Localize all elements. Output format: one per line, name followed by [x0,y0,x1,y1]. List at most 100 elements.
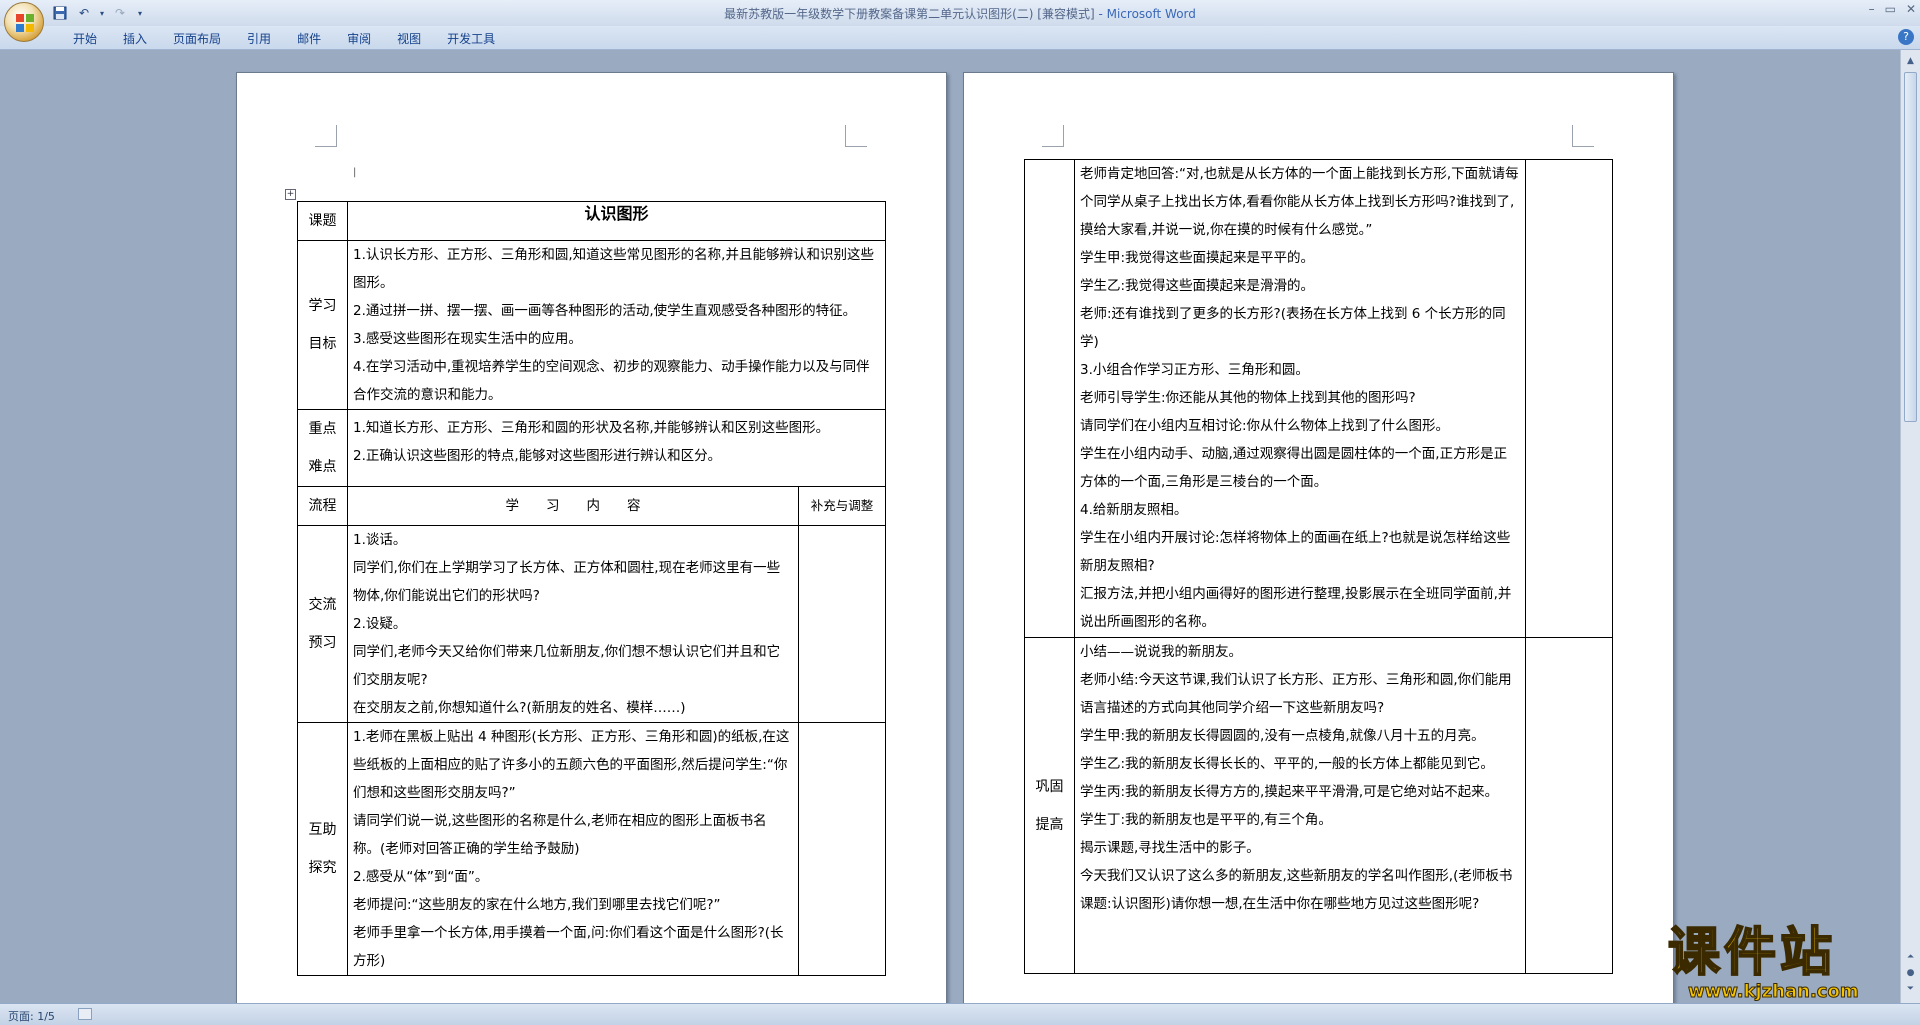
table-row: 老师肯定地回答:“对,也就是从长方体的一个面上能找到长方形,下面就请每个同学从桌… [1024,159,1613,638]
content-line: 请同学们在小组内互相讨论:你从什么物体上找到了什么图形。 [1080,418,1450,434]
label-line: 目标 [308,336,337,352]
previous-page-icon[interactable]: ⏶ [1904,950,1917,964]
adjust-cell [1525,159,1613,638]
table-row: 课题 认识图形 [297,201,887,241]
content-line: 学生在小组内开展讨论:怎样将物体上的面画在纸上?也就是说怎样给这些新朋友照相? [1080,530,1511,574]
section-content: 1.谈话。 同学们,你们在上学期学习了长方体、正方体和圆柱,现在老师这里有一些物… [347,525,799,723]
content-line: 小结——说说我的新朋友。 [1080,644,1242,660]
section-content: 老师肯定地回答:“对,也就是从长方体的一个面上能找到长方形,下面就请每个同学从桌… [1074,159,1526,638]
key-label: 重点 难点 [297,409,348,487]
app-name: - Microsoft Word [1094,7,1196,21]
content-line: 4.给新朋友照相。 [1080,502,1188,518]
content-line: 2.设疑。 [353,616,407,632]
document-page-2[interactable]: 老师肯定地回答:“对,也就是从长方体的一个面上能找到长方形,下面就请每个同学从桌… [963,72,1674,1003]
content-line: 老师提问:“这些朋友的家在什么地方,我们到哪里去找它们呢?” [353,897,721,913]
close-icon[interactable]: ✕ [1906,2,1916,16]
content-line: 老师:还有谁找到了更多的长方形?(表扬在长方体上找到 6 个长方形的同学) [1080,306,1506,350]
document-workspace[interactable]: | + 课题 认识图形 学习目标 1.认识长方形、正方形、三角形和圆,知道这些常… [0,50,1900,1003]
ribbon: 开始 插入 页面布局 引用 邮件 审阅 视图 开发工具 ? [0,26,1920,50]
content-line: 学生甲:我的新朋友长得圆圆的,没有一点棱角,就像八月十五的月亮。 [1080,728,1485,744]
title-bar: ↶ ▾ ↷ ▾ 最新苏教版一年级数学下册教案备课第二单元认识图形(二) [兼容模… [0,0,1920,26]
adjust-cell [1525,637,1613,974]
office-logo-icon [16,14,34,32]
window-controls: – ▭ ✕ [1869,2,1916,16]
document-name: 最新苏教版一年级数学下册教案备课第二单元认识图形(二) [兼容模式] [724,7,1095,21]
section-label: 巩固 提高 [1024,637,1075,974]
adjust-cell [797,722,887,976]
content-line: 今天我们又认识了这么多的新朋友,这些新朋友的学名叫作图形,(老师板书课题:认识图… [1080,868,1513,912]
office-button-icon[interactable] [4,2,44,42]
key-item: 2.正确认识这些图形的特点,能够对这些图形进行辨认和区分。 [353,448,722,464]
label-line: 交流 [308,597,337,613]
goal-item: 2.通过拼一拼、摆一摆、画一画等各种图形的活动,使学生直观感受各种图形的特征。 [353,303,857,319]
content-line: 同学们,老师今天又给你们带来几位新朋友,你们想不想认识它们并且和它们交朋友呢? [353,644,781,688]
keys-cell: 1.知道长方形、正方形、三角形和圆的形状及名称,并能够辨认和区别这些图形。 2.… [346,409,887,487]
site-watermark: 课件站 www.kjzhan.com [1667,922,1898,1003]
label-line: 巩固 [1035,778,1064,795]
lesson-plan-table: 课题 认识图形 学习目标 1.认识长方形、正方形、三角形和圆,知道这些常见图形的… [297,201,887,976]
table-row: 流程 学 习 内 容 补充与调整 [297,486,887,526]
content-line: 学生乙:我觉得这些面摸起来是滑滑的。 [1080,278,1315,294]
tab-page-layout[interactable]: 页面布局 [160,30,234,48]
label-line: 学习 [308,298,337,314]
tab-review[interactable]: 审阅 [334,30,384,48]
goals-cell: 1.认识长方形、正方形、三角形和圆,知道这些常见图形的名称,并且能够辨认和识别这… [346,240,887,410]
document-page-1[interactable]: | + 课题 认识图形 学习目标 1.认识长方形、正方形、三角形和圆,知道这些常… [236,72,947,1003]
content-line: 老师手里拿一个长方体,用手摸着一个面,问:你们看这个面是什么图形?(长方形) [353,925,784,969]
tab-insert[interactable]: 插入 [110,30,160,48]
section-label: 互助 探究 [297,722,348,976]
minimize-icon[interactable]: – [1869,2,1875,16]
content-line: 老师肯定地回答:“对,也就是从长方体的一个面上能找到长方形,下面就请每个同学从桌… [1080,166,1519,238]
label-line: 重点 [308,421,337,437]
watermark-logo-text: 课件站 [1667,922,1837,983]
table-row: 交流预习 1.谈话。 同学们,你们在上学期学习了长方体、正方体和圆柱,现在老师这… [297,525,887,723]
section-label: 交流 预习 [297,525,348,723]
scrollbar-thumb[interactable] [1904,72,1917,422]
tab-developer[interactable]: 开发工具 [434,30,508,48]
tab-mailings[interactable]: 邮件 [284,30,334,48]
select-browse-object-icon[interactable]: ● [1904,966,1917,980]
next-page-icon[interactable]: ⏷ [1904,982,1917,996]
content-line: 学生甲:我觉得这些面摸起来是平平的。 [1080,250,1315,266]
content-line: 2.感受从“体”到“面”。 [353,869,489,885]
table-row: 互助 探究 1.老师在黑板上贴出 4 种图形(长方形、正方形、三角形和圆)的纸板,… [297,722,887,976]
content-line: 3.小组合作学习正方形、三角形和圆。 [1080,362,1309,378]
goal-item: 4.在学习活动中,重视培养学生的空间观念、初步的观察能力、动手操作能力以及与同伴… [353,359,870,403]
label-line: 预习 [308,635,337,651]
goal-item: 3.感受这些图形在现实生活中的应用。 [353,331,582,347]
content-line: 学生丙:我的新朋友长得方方的,摸起来平平滑滑,可是它绝对站不起来。 [1080,784,1499,800]
table-move-handle-icon[interactable]: + [285,189,296,200]
label-line: 提高 [1035,816,1064,833]
proofing-status-icon[interactable] [78,1008,92,1020]
key-item: 1.知道长方形、正方形、三角形和圆的形状及名称,并能够辨认和区别这些图形。 [353,420,830,436]
adjust-header: 补充与调整 [797,486,887,526]
vertical-scrollbar[interactable]: ▲ ⏶ ● ⏷ [1900,50,1920,1003]
content-line: 在交朋友之前,你想知道什么?(新朋友的姓名、模样……) [353,700,686,716]
content-header: 学 习 内 容 [347,486,799,526]
page-count[interactable]: 页面: 1/5 [8,1008,55,1024]
section-content: 1.老师在黑板上贴出 4 种图形(长方形、正方形、三角形和圆)的纸板,在这些纸板… [347,722,799,976]
restore-icon[interactable]: ▭ [1885,2,1896,16]
table-row: 巩固提高 小结——说说我的新朋友。 老师小结:今天这节课,我们认识了长方形、正方… [1024,637,1613,974]
cursor-mark: | [353,167,357,178]
section-label [1024,159,1075,638]
content-line: 老师引导学生:你还能从其他的物体上找到其他的图形吗? [1080,390,1416,406]
watermark-url: www.kjzhan.com [1688,981,1860,1003]
crop-mark [845,125,867,147]
content-line: 揭示课题,寻找生活中的影子。 [1080,840,1260,856]
tab-home[interactable]: 开始 [60,30,110,48]
help-icon[interactable]: ? [1898,29,1914,45]
table-row: 学习目标 1.认识长方形、正方形、三角形和圆,知道这些常见图形的名称,并且能够辨… [297,240,887,410]
ribbon-tabs: 开始 插入 页面布局 引用 邮件 审阅 视图 开发工具 [60,30,508,48]
window-title: 最新苏教版一年级数学下册教案备课第二单元认识图形(二) [兼容模式] - Mic… [0,5,1920,22]
table-row: 重点 难点 1.知道长方形、正方形、三角形和圆的形状及名称,并能够辨认和区别这些图… [297,409,887,487]
tab-view[interactable]: 视图 [384,30,434,48]
content-line: 老师小结:今天这节课,我们认识了长方形、正方形、三角形和圆,你们能用语言描述的方… [1080,672,1512,716]
content-line: 请同学们说一说,这些图形的名称是什么,老师在相应的图形上面板书名称。(老师对回答… [353,813,767,857]
crop-mark [315,125,337,147]
goal-label: 学习 目标 [297,240,348,410]
content-line: 汇报方法,并把小组内画得好的图形进行整理,投影展示在全班同学面前,并说出所画图形… [1080,586,1512,630]
scroll-up-icon[interactable]: ▲ [1904,54,1917,68]
content-line: 1.老师在黑板上贴出 4 种图形(长方形、正方形、三角形和圆)的纸板,在这些纸板… [353,729,790,801]
tab-references[interactable]: 引用 [234,30,284,48]
